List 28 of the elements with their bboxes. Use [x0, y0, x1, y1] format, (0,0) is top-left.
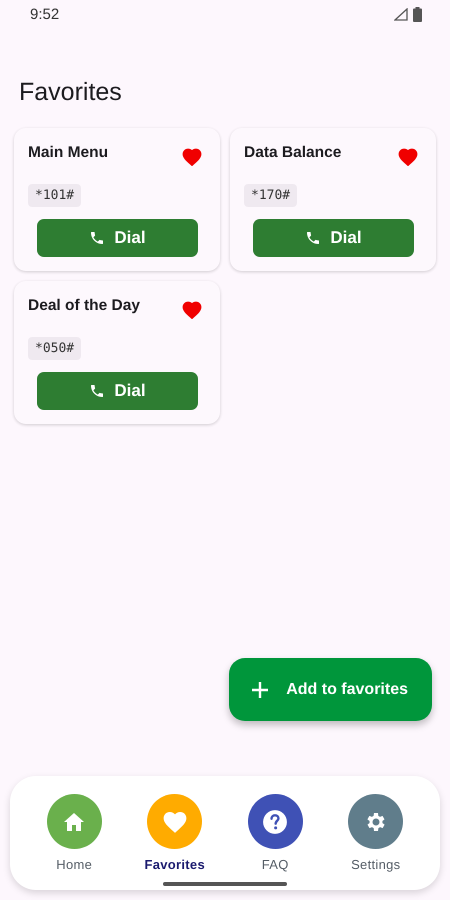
- phone-icon: [305, 230, 322, 246]
- dial-button[interactable]: Dial: [253, 219, 414, 257]
- status-time: 9:52: [30, 6, 60, 22]
- heart-icon[interactable]: [398, 148, 418, 166]
- favorite-name: Main Menu: [28, 144, 108, 162]
- dial-button[interactable]: Dial: [37, 372, 198, 410]
- heart-icon: [162, 810, 188, 834]
- ussd-code: *050#: [28, 337, 82, 360]
- add-favorite-button[interactable]: Add to favorites: [229, 658, 432, 721]
- heart-icon[interactable]: [182, 148, 202, 166]
- phone-icon: [89, 230, 106, 246]
- signal-icon: [394, 8, 408, 20]
- battery-icon: [413, 6, 422, 22]
- help-icon: [262, 808, 288, 834]
- nav-item[interactable]: FAQ: [235, 776, 316, 890]
- dial-button[interactable]: Dial: [37, 219, 198, 257]
- home-icon: [63, 812, 86, 832]
- favorite-name: Data Balance: [244, 144, 342, 162]
- ussd-code: *170#: [244, 184, 298, 207]
- page-title: Favorites: [19, 77, 123, 108]
- nav-item[interactable]: Home: [34, 776, 114, 890]
- phone-icon: [89, 383, 106, 399]
- favorite-name: Deal of the Day: [28, 297, 140, 315]
- ussd-code: *101#: [28, 184, 82, 207]
- plus-icon: [252, 682, 268, 698]
- nav-item[interactable]: Settings: [336, 776, 416, 890]
- nav-item[interactable]: Favorites: [134, 776, 215, 890]
- heart-icon[interactable]: [182, 301, 202, 319]
